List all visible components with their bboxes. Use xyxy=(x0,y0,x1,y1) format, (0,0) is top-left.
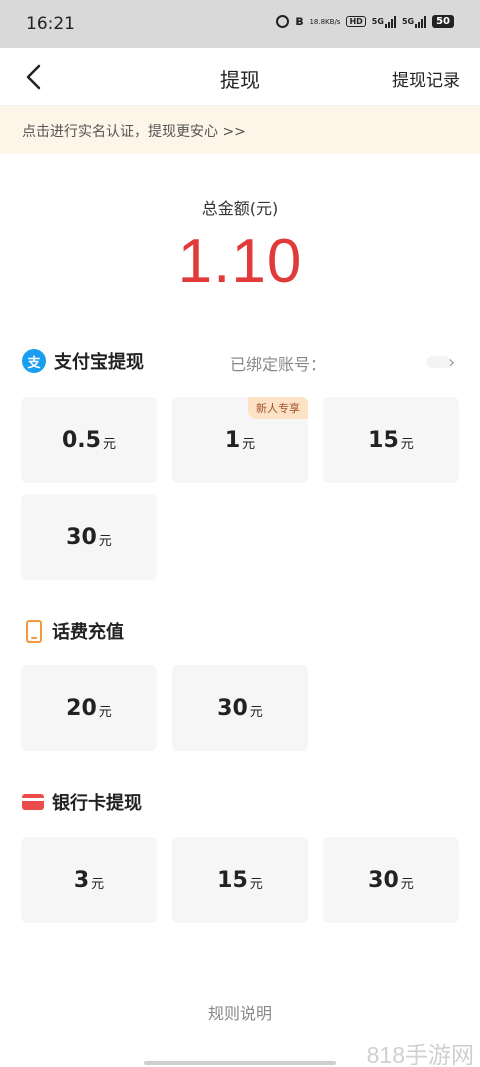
status-bar: 16:21 ʙ 18.8 KB/s HD 5G 5G 50 xyxy=(0,0,480,48)
bank-section-header: 银行卡提现 xyxy=(22,789,142,815)
verification-notice[interactable]: 点击进行实名认证，提现更安心 >> xyxy=(0,106,480,154)
option-amount: 15 xyxy=(368,427,399,453)
phone-section-header: 话费充值 xyxy=(22,618,124,644)
bank-option-tile[interactable]: 15 元 xyxy=(172,837,308,923)
alarm-icon xyxy=(276,15,290,28)
alipay-option-tile[interactable]: 新人专享 1 元 xyxy=(172,397,308,483)
phone-section-title: 话费充值 xyxy=(52,622,124,643)
status-time: 16:21 xyxy=(26,14,75,34)
bound-account-label[interactable]: 已绑定账号： xyxy=(230,351,326,375)
option-unit: 元 xyxy=(400,876,414,892)
option-unit: 元 xyxy=(98,704,112,720)
chevron-right-icon[interactable]: › xyxy=(448,352,455,373)
sim2-label: 5G xyxy=(401,17,415,26)
net-speed: 18.8 KB/s xyxy=(309,18,340,26)
withdraw-record-link[interactable]: 提现记录 xyxy=(392,66,460,91)
option-amount: 30 xyxy=(66,524,97,550)
phone-option-tile[interactable]: 30 元 xyxy=(172,665,308,751)
option-amount: 0.5 xyxy=(62,427,101,453)
net-speed-value: 18.8 xyxy=(309,17,326,26)
hd-icon: HD xyxy=(346,16,366,27)
net-speed-unit: KB/s xyxy=(325,17,341,26)
option-unit: 元 xyxy=(98,533,112,549)
phone-option-tile[interactable]: 20 元 xyxy=(21,665,157,751)
option-amount: 1 xyxy=(224,427,241,453)
alipay-option-tile[interactable]: 15 元 xyxy=(323,397,459,483)
bank-section-title: 银行卡提现 xyxy=(52,793,142,814)
verification-notice-text: 点击进行实名认证，提现更安心 >> xyxy=(22,124,246,140)
alipay-section-header: 支 支付宝提现 xyxy=(22,348,144,374)
option-unit: 元 xyxy=(102,436,116,452)
bank-card-icon xyxy=(22,794,44,810)
option-unit: 元 xyxy=(249,876,263,892)
sim1-label: 5G xyxy=(371,17,384,26)
total-amount-label: 总金额(元) xyxy=(201,199,279,218)
option-amount: 3 xyxy=(73,867,90,893)
bluetooth-icon: ʙ xyxy=(295,14,304,29)
bound-account-value xyxy=(426,356,450,368)
bank-option-tile[interactable]: 30 元 xyxy=(323,837,459,923)
bank-option-tile[interactable]: 3 元 xyxy=(21,837,157,923)
option-unit: 元 xyxy=(400,436,414,452)
option-amount: 15 xyxy=(217,867,248,893)
watermark: 818手游网 xyxy=(366,1042,474,1067)
signal-icon: 5G xyxy=(371,15,396,28)
nav-bar: 提现 提现记录 xyxy=(0,48,480,106)
option-unit: 元 xyxy=(242,436,256,452)
alipay-section-title: 支付宝提现 xyxy=(54,352,144,373)
total-amount-value: 1.10 xyxy=(177,227,303,296)
signal-icon: 5G xyxy=(401,15,427,28)
alipay-option-tile[interactable]: 30 元 xyxy=(21,494,157,580)
home-indicator[interactable] xyxy=(144,1061,336,1065)
battery-icon: 50 xyxy=(432,15,454,28)
new-user-badge: 新人专享 xyxy=(248,397,308,419)
option-amount: 30 xyxy=(368,867,399,893)
option-unit: 元 xyxy=(91,876,105,892)
option-amount: 20 xyxy=(66,695,97,721)
option-amount: 30 xyxy=(217,695,248,721)
alipay-icon: 支 xyxy=(22,349,46,373)
rules-link[interactable]: 规则说明 xyxy=(0,1000,480,1024)
alipay-option-tile[interactable]: 0.5 元 xyxy=(21,397,157,483)
phone-icon xyxy=(26,619,42,643)
option-unit: 元 xyxy=(249,704,263,720)
status-icons: ʙ 18.8 KB/s HD 5G 5G 50 xyxy=(276,14,454,29)
